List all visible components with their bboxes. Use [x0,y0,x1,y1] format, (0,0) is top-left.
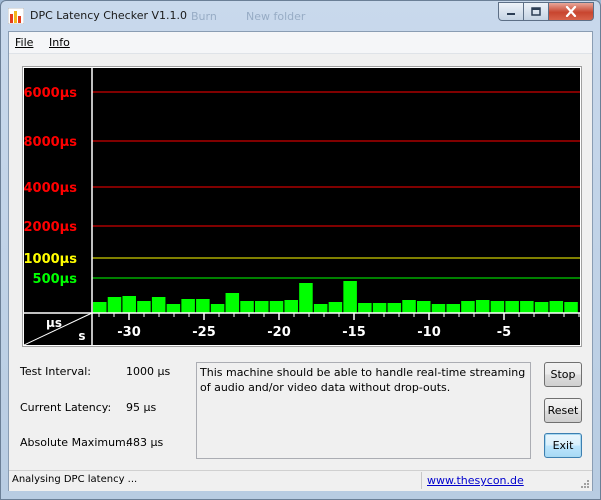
maximize-button[interactable] [523,2,549,21]
title-bar[interactable]: DPC Latency Checker V1.1.0 Burn New fold… [1,1,600,31]
menu-info[interactable]: Info [49,36,70,49]
x-tick-label: -25 [192,325,216,340]
current-latency-value: 95 µs [126,401,157,414]
latency-bar [122,296,136,313]
latency-bar [210,304,225,313]
latency-bar [358,303,372,313]
latency-bar [225,293,240,313]
level-label: 16000µs [24,86,77,101]
test-interval-label: Test Interval: [20,365,91,378]
y-unit-label: µs [46,316,62,330]
x-tick-label: -30 [117,325,141,340]
level-label: 2000µs [24,220,77,235]
current-latency-label: Current Latency: [20,401,112,414]
absolute-maximum-label: Absolute Maximum: [20,436,130,449]
x-unit-label: s [78,329,85,343]
close-icon [565,6,577,17]
latency-graph: 16000µs 8000µs 4000µs 2000µs 1000µs 500µs µs s -… [24,68,580,345]
maximize-icon [531,7,541,16]
x-tick-label: -20 [267,325,291,340]
latency-bar [461,301,475,313]
latency-bar [313,304,328,313]
exit-button[interactable]: Exit [544,433,582,458]
status-bar: Analysing DPC latency ... www.thesycon.d… [9,470,592,491]
latency-bar [196,299,210,313]
window-title: DPC Latency Checker V1.1.0 [30,9,188,22]
latency-bar [505,301,519,313]
latency-bar [520,301,534,313]
absolute-maximum-value: 483 µs [126,436,164,449]
latency-bar [269,301,284,313]
level-label: 8000µs [24,135,77,150]
latency-bar [402,300,416,313]
menu-file[interactable]: File [15,36,33,49]
latency-bar [446,304,460,313]
latency-bar [475,300,490,313]
minimize-icon [507,12,515,15]
close-button[interactable] [548,2,594,21]
stop-button[interactable]: Stop [544,362,582,387]
app-icon [8,8,24,24]
latency-graph-frame: 16000µs 8000µs 4000µs 2000µs 1000µs 500µs µs s -… [22,66,582,347]
website-link[interactable]: www.thesycon.de [427,474,524,487]
level-label: 500µs [33,272,78,287]
latency-bar [166,304,181,313]
latency-bar [372,303,387,313]
latency-bar [181,299,195,313]
x-tick-label: -10 [417,325,441,340]
latency-bar [240,301,254,313]
latency-bar [534,302,549,313]
latency-bar [284,300,298,313]
latency-bar [107,297,122,313]
background-window-text: New folder [246,10,306,23]
app-window: DPC Latency Checker V1.1.0 Burn New fold… [0,0,601,500]
latency-bar [564,302,578,313]
latency-bar [490,301,505,313]
latency-bar [431,304,446,313]
test-interval-value: 1000 µs [126,365,171,378]
x-tick-label: -15 [342,325,366,340]
latency-bar [387,303,402,313]
latency-bar [151,297,166,313]
latency-bar [417,301,431,313]
client-area: File Info 16000µs 8000µs 4000µs 2000µs 1000µ… [8,31,593,491]
level-label: 4000µs [24,181,77,196]
minimize-button[interactable] [498,2,524,21]
latency-bar [299,283,313,313]
latency-bar [93,302,107,313]
latency-bar [137,301,151,313]
status-text: Analysing DPC latency ... [12,474,138,485]
latency-bar [343,281,357,313]
menu-bar: File Info [9,32,592,54]
latency-bar [549,301,564,313]
latency-bar [255,301,269,313]
resize-grip-icon[interactable] [580,479,590,489]
status-message: This machine should be able to handle re… [196,362,531,459]
status-divider [421,472,422,489]
background-window-text: Burn [191,10,217,23]
level-label: 1000µs [24,252,77,267]
latency-bar [328,302,343,313]
x-tick-label: -5 [497,325,511,340]
reset-button[interactable]: Reset [544,398,582,423]
